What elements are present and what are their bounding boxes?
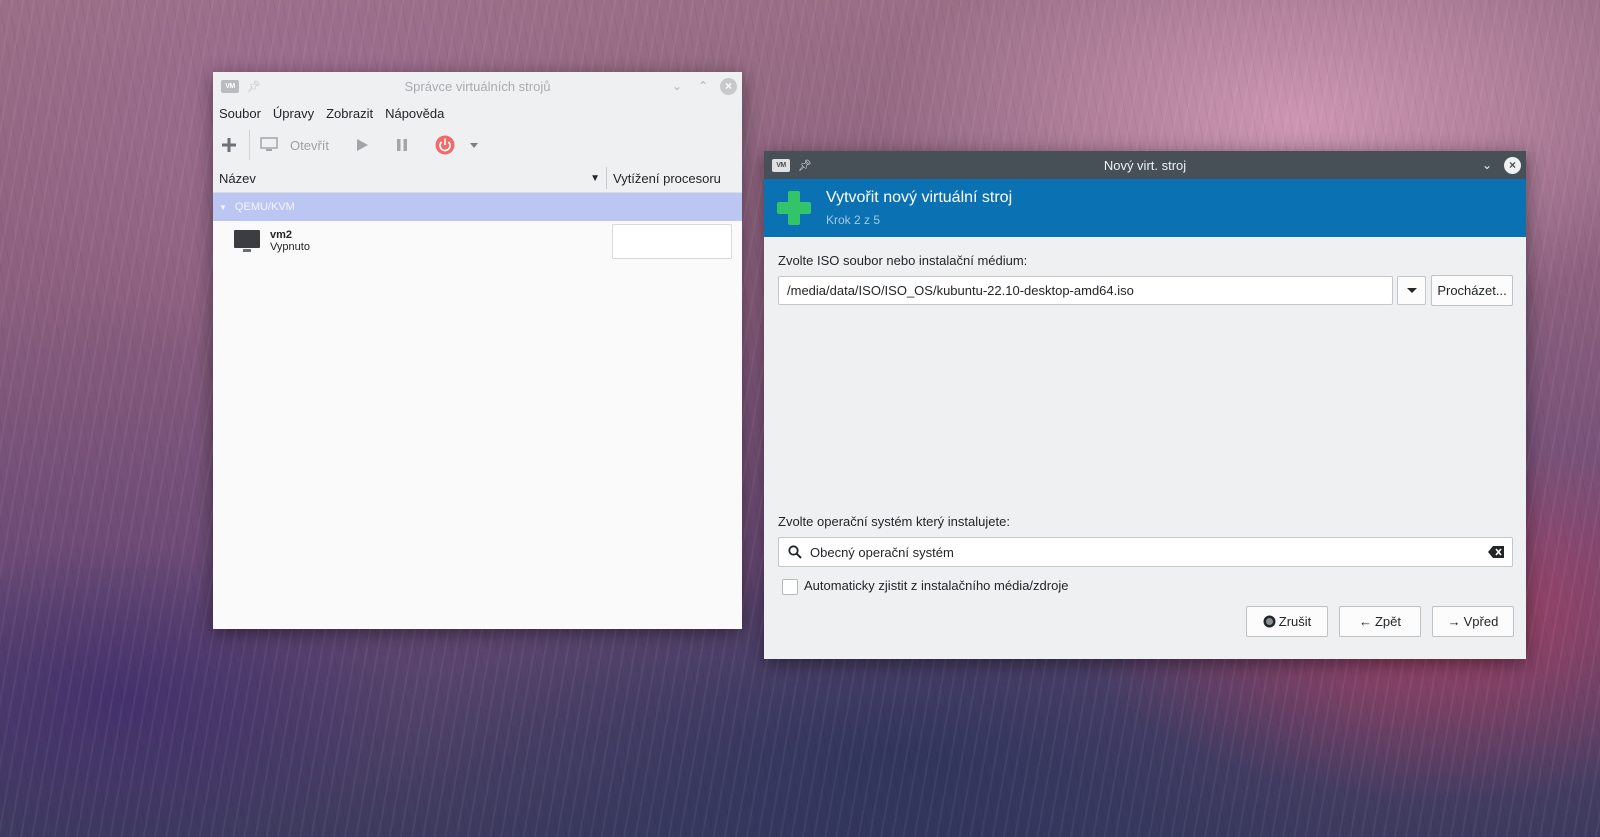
wizard-header-banner: Vytvořit nový virtuální stroj Krok 2 z 5 (764, 179, 1526, 237)
iso-dropdown-button[interactable] (1397, 276, 1426, 305)
vm-status: Vypnuto (270, 241, 310, 253)
os-value: Obecný operační systém (810, 544, 954, 560)
play-icon (357, 139, 369, 151)
column-name[interactable]: Název ▼ (213, 167, 607, 189)
virt-manager-app-icon[interactable]: VM (772, 158, 790, 172)
column-cpu-label: Vytížení procesoru (613, 170, 721, 186)
wizard-body: Zvolte ISO soubor nebo instalační médium… (764, 237, 1526, 659)
vm-manager-window: VM 📌︎ Správce virtuálních strojů ⌄ ⌃ × S… (213, 72, 742, 629)
back-button[interactable]: ← Zpět (1339, 606, 1421, 637)
clear-text-icon[interactable] (1488, 546, 1504, 558)
toolbar: Otevřít (213, 126, 742, 164)
forward-label: Vpřed (1463, 614, 1499, 629)
minimize-button[interactable]: ⌄ (1478, 156, 1496, 174)
os-label: Zvolte operační systém který instalujete… (778, 514, 1010, 529)
column-cpu[interactable]: Vytížení procesoru (607, 171, 721, 186)
wizard-title: Vytvořit nový virtuální stroj (826, 189, 1013, 206)
maximize-button[interactable]: ⌃ (694, 77, 712, 95)
vm-name: vm2 (270, 229, 293, 241)
arrow-left-icon: ← (1358, 614, 1372, 629)
pause-icon (397, 139, 408, 151)
connection-row-qemu[interactable]: ▼ QEMU/KVM (213, 193, 742, 221)
open-button[interactable]: Otevřít (260, 131, 329, 159)
virt-manager-app-icon[interactable]: VM (221, 79, 239, 93)
sort-down-icon[interactable]: ▼ (590, 173, 600, 184)
search-icon (788, 545, 802, 559)
wizard-step: Krok 2 z 5 (826, 213, 881, 227)
iso-path-value: /media/data/ISO/ISO_OS/kubuntu-22.10-des… (787, 283, 1134, 298)
cancel-button[interactable]: Zrušit (1246, 606, 1328, 637)
power-icon (435, 135, 455, 155)
menu-view[interactable]: Zobrazit (326, 106, 373, 121)
autodetect-label[interactable]: Automaticky zjistit z instalačního média… (804, 578, 1068, 593)
vm-monitor-icon (234, 230, 260, 252)
pause-button[interactable] (395, 131, 409, 159)
iso-path-combobox[interactable]: /media/data/ISO/ISO_OS/kubuntu-22.10-des… (778, 276, 1393, 305)
connection-label: QEMU/KVM (234, 201, 295, 213)
menu-bar: Soubor Úpravy Zobrazit Nápověda (213, 100, 742, 126)
close-button[interactable]: × (720, 77, 737, 95)
close-button[interactable]: × (1504, 156, 1521, 174)
minimize-button[interactable]: ⌄ (668, 77, 686, 95)
cpu-usage-graph (612, 224, 732, 259)
arrow-right-icon: → (1447, 614, 1461, 629)
pin-icon[interactable]: 📌︎ (798, 159, 812, 172)
dialog-titlebar[interactable]: VM 📌︎ Nový virt. stroj ⌄ × (764, 151, 1526, 179)
browse-label: Procházet... (1437, 283, 1507, 298)
iso-label: Zvolte ISO soubor nebo instalační médium… (778, 253, 1028, 268)
new-vm-button[interactable] (221, 131, 237, 159)
monitor-icon (260, 137, 278, 151)
plus-icon (222, 138, 236, 152)
shutdown-menu-arrow[interactable] (469, 131, 479, 159)
autodetect-checkbox[interactable] (782, 579, 798, 595)
manager-window-title: Správce virtuálních strojů (404, 78, 551, 94)
back-label: Zpět (1374, 614, 1401, 629)
new-vm-dialog: VM 📌︎ Nový virt. stroj ⌄ × Vytvořit nový… (764, 151, 1526, 659)
os-search-input[interactable]: Obecný operační systém (778, 537, 1513, 567)
browse-button[interactable]: Procházet... (1431, 275, 1513, 306)
manager-titlebar[interactable]: VM 📌︎ Správce virtuálních strojů ⌄ ⌃ × (213, 72, 742, 100)
pin-icon[interactable]: 📌︎ (247, 80, 261, 93)
open-label: Otevřít (290, 137, 330, 153)
cancel-label: Zrušit (1278, 614, 1312, 629)
forward-button[interactable]: → Vpřed (1432, 606, 1514, 637)
shutdown-button[interactable] (435, 131, 455, 159)
column-name-label: Název (219, 170, 256, 186)
chevron-down-icon (1406, 288, 1417, 293)
column-header: Název ▼ Vytížení procesoru (213, 164, 742, 193)
vm-row[interactable]: vm2 Vypnuto (213, 221, 742, 261)
menu-edit[interactable]: Úpravy (273, 106, 314, 121)
run-button[interactable] (355, 131, 369, 159)
expand-triangle-icon[interactable]: ▼ (219, 203, 227, 212)
chevron-down-icon (470, 143, 479, 148)
menu-file[interactable]: Soubor (219, 106, 261, 121)
dialog-window-title: Nový virt. stroj (1103, 157, 1187, 173)
green-plus-icon (774, 188, 814, 228)
menu-help[interactable]: Nápověda (385, 106, 444, 121)
toolbar-separator (249, 130, 250, 160)
cancel-icon (1263, 615, 1276, 628)
